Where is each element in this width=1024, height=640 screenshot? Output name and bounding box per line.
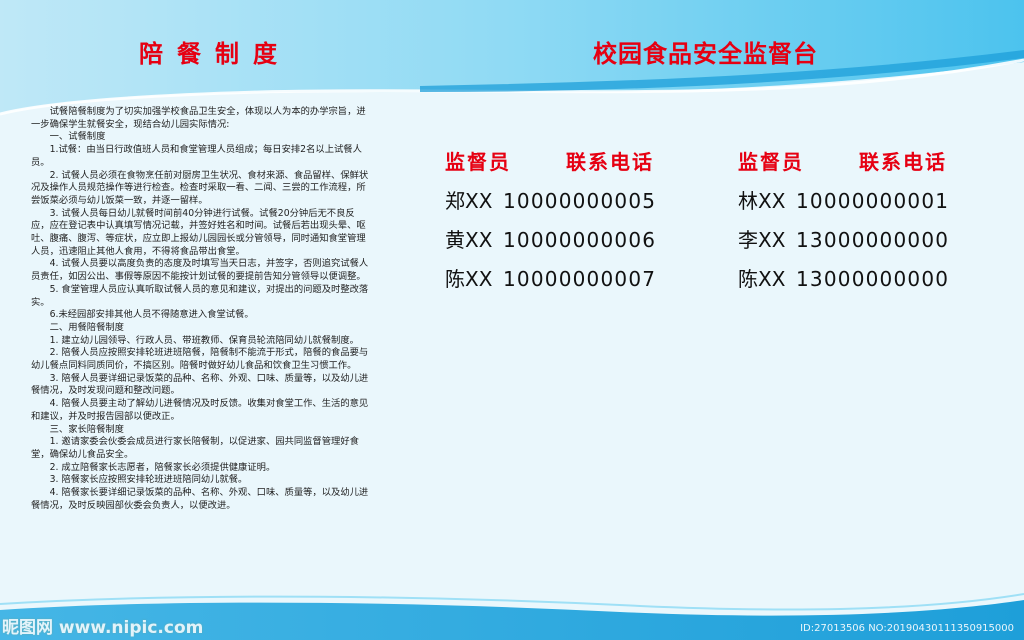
table-row: 郑XX 10000000005 bbox=[445, 188, 656, 214]
rules-paragraph: 三、家长陪餐制度 bbox=[49, 423, 124, 435]
rules-paragraph: 4. 试餐人员要以高度负责的态度及时填写当天日志，并签字，否则追究试餐人员责任，… bbox=[31, 258, 369, 283]
rules-paragraph: 2. 成立陪餐家长志愿者，陪餐家长必须提供健康证明。 bbox=[49, 461, 276, 473]
rules-paragraph: 2. 陪餐人员应按照安排轮班进班陪餐，陪餐制不能流于形式，陪餐的食品要与幼儿餐点… bbox=[31, 347, 369, 372]
table-header: 监督员 联系电话 bbox=[445, 146, 656, 174]
rules-paragraph: 一、试餐制度 bbox=[49, 131, 106, 143]
supervisor-name: 陈XX bbox=[738, 267, 786, 291]
rules-paragraph: 1. 建立幼儿园领导、行政人员、带班教师、保育员轮流陪同幼儿就餐制度。 bbox=[49, 334, 359, 346]
rules-paragraph: 3. 陪餐家长应按照安排轮班进班陪同幼儿就餐。 bbox=[49, 474, 248, 486]
table-row: 李XX 13000000000 bbox=[738, 227, 949, 253]
supervisor-name: 林XX bbox=[738, 189, 786, 213]
header-supervisor: 监督员 bbox=[738, 150, 804, 174]
header-phone: 联系电话 bbox=[566, 150, 654, 174]
table-row: 黄XX 10000000006 bbox=[445, 227, 656, 253]
table-row: 陈XX 10000000007 bbox=[445, 266, 656, 292]
watermark-logo: 昵图网 www.nipic.com bbox=[2, 618, 204, 638]
supervisor-phone: 13000000000 bbox=[796, 267, 950, 291]
supervisor-table-left: 监督员 联系电话 郑XX 10000000005 黄XX 10000000006… bbox=[445, 146, 656, 292]
supervisor-name: 陈XX bbox=[445, 267, 493, 291]
supervisor-name: 郑XX bbox=[445, 189, 493, 213]
supervisor-phone: 10000000005 bbox=[503, 189, 657, 213]
rules-paragraph: 二、用餐陪餐制度 bbox=[49, 321, 124, 333]
table-row: 林XX 10000000001 bbox=[738, 188, 949, 214]
rules-paragraph: 4. 陪餐家长要详细记录饭菜的品种、名称、外观、口味、质量等，以及幼儿进餐情况，… bbox=[31, 487, 369, 511]
watermark-id: ID:27013506 NO:20190430111350915000 bbox=[800, 623, 1014, 634]
table-header: 监督员 联系电话 bbox=[738, 146, 949, 174]
header-supervisor: 监督员 bbox=[445, 150, 511, 174]
supervisor-table-right: 监督员 联系电话 林XX 10000000001 李XX 13000000000… bbox=[738, 146, 949, 292]
rules-paragraph: 5. 食堂管理人员应认真听取试餐人员的意见和建议，对提出的问题及时整改落实。 bbox=[31, 283, 369, 308]
rules-paragraph: 4. 陪餐人员要主动了解幼儿进餐情况及时反馈。收集对食堂工作、生活的意见和建议，… bbox=[31, 398, 369, 422]
rules-paragraph: 3. 陪餐人员要详细记录饭菜的品种、名称、外观、口味、质量等，以及幼儿进餐情况，… bbox=[31, 372, 369, 397]
left-title: 陪餐制度 bbox=[139, 40, 291, 68]
rules-text-block: 试餐陪餐制度为了切实加强学校食品卫生安全，体现以人为本的办学宗旨，进一步确保学生… bbox=[31, 106, 373, 513]
supervisor-phone: 10000000001 bbox=[796, 189, 950, 213]
rules-paragraph: 3. 试餐人员每日幼儿就餐时间前40分钟进行试餐。试餐20分钟后无不良反应，应在… bbox=[31, 207, 366, 257]
rules-paragraph: 试餐陪餐制度为了切实加强学校食品卫生安全，体现以人为本的办学宗旨，进一步确保学生… bbox=[31, 106, 366, 130]
supervisor-phone: 13000000000 bbox=[796, 228, 950, 252]
rules-paragraph: 2. 试餐人员必须在食物烹任前对厨房卫生状况、食材来源、食品留样、保鲜状况及操作… bbox=[31, 169, 369, 206]
header-phone: 联系电话 bbox=[859, 150, 947, 174]
supervisor-phone: 10000000007 bbox=[503, 267, 657, 291]
rules-paragraph: 1.试餐：由当日行政值班人员和食堂管理人员组成；每日安排2名以上试餐人员。 bbox=[31, 144, 362, 168]
rules-paragraph: 6.未经园部安排其他人员不得随意进入食堂试餐。 bbox=[49, 309, 254, 321]
supervisor-name: 李XX bbox=[738, 228, 786, 252]
table-row: 陈XX 13000000000 bbox=[738, 266, 949, 292]
supervisor-name: 黄XX bbox=[445, 228, 493, 252]
right-title: 校园食品安全监督台 bbox=[593, 40, 818, 68]
rules-paragraph: 1. 邀请家委会伙委会成员进行家长陪餐制，以促进家、园共同监督管理好食堂，确保幼… bbox=[31, 436, 359, 460]
supervisor-phone: 10000000006 bbox=[503, 228, 657, 252]
